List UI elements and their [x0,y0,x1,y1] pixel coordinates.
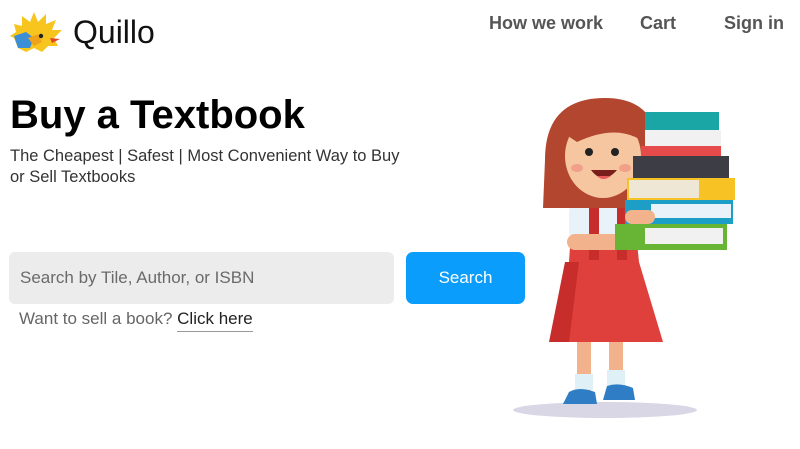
nav-cart[interactable]: Cart [640,13,676,34]
sell-prompt-line: Want to sell a book? Click here [19,309,253,332]
porcupine-logo-icon[interactable] [8,8,64,56]
search-input[interactable] [9,252,394,304]
sell-click-here-link[interactable]: Click here [177,309,253,332]
hero-subtitle: The Cheapest | Safest | Most Convenient … [10,147,400,186]
girl-carrying-books-illustration [513,98,735,418]
nav-sign-in[interactable]: Sign in [724,13,784,34]
page: Quillo How we work Cart Sign in Buy a Te… [0,0,800,449]
page-title: Buy a Textbook [10,93,305,137]
brand-name[interactable]: Quillo [73,14,155,51]
nav-how-we-work[interactable]: How we work [489,13,603,34]
sell-prompt-text: Want to sell a book? [19,309,173,328]
